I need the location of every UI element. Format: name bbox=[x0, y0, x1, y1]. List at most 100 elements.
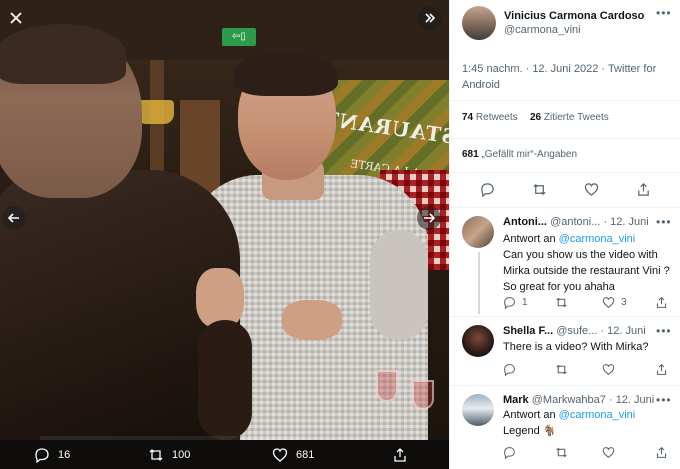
retweets-count: 74 bbox=[462, 112, 474, 123]
reply-reply-button[interactable]: 1 bbox=[503, 296, 528, 309]
retweets-label: Retweets bbox=[475, 112, 518, 123]
chevron-right-icon bbox=[424, 213, 436, 223]
tweet-detail-panel: Vinicius Carmona Cardoso @carmona_vini •… bbox=[449, 0, 680, 469]
right-man-hair bbox=[234, 52, 338, 96]
reply-text: Can you show us the video with Mirka out… bbox=[503, 249, 670, 293]
reply-header: Antoni... @antoni... · 12. Juni bbox=[503, 216, 649, 228]
media-share-button[interactable] bbox=[392, 447, 408, 463]
reply-header: Mark @Markwahba7 · 12. Juni bbox=[503, 394, 654, 406]
more-options-icon[interactable]: ••• bbox=[656, 6, 672, 20]
divider bbox=[450, 172, 680, 173]
exit-sign: ⇦▯ bbox=[222, 28, 256, 46]
reply-text: Legend 🐐 bbox=[503, 425, 557, 437]
likes-stat[interactable]: 681 „Gefällt mir“-Angaben bbox=[462, 149, 577, 160]
reply-author-name[interactable]: Shella F... bbox=[503, 325, 553, 337]
media-retweet-count: 100 bbox=[172, 449, 191, 461]
reply-reply-button[interactable] bbox=[503, 363, 516, 376]
reply-tweet[interactable]: Shella F... @sufe... · 12. Juni ••• Ther… bbox=[450, 317, 680, 387]
reply-share-button[interactable] bbox=[655, 446, 668, 459]
tweet-photo: ⇦▯ RESTAURANT A LA CARTE bbox=[0, 0, 449, 440]
reply-to-line: Antwort an @carmona_vini bbox=[503, 407, 635, 423]
heart-icon bbox=[272, 448, 288, 462]
expand-icon bbox=[425, 13, 436, 23]
media-reply-count: 16 bbox=[58, 449, 71, 461]
reply-to-mention[interactable]: @carmona_vini bbox=[559, 233, 636, 245]
more-options-icon[interactable]: ••• bbox=[656, 215, 672, 229]
thread-line bbox=[478, 252, 480, 314]
reply-avatar[interactable] bbox=[462, 216, 494, 248]
media-retweet-button[interactable]: 100 bbox=[148, 447, 190, 463]
reply-header: Shella F... @sufe... · 12. Juni bbox=[503, 325, 646, 337]
reply-like-button[interactable] bbox=[602, 363, 615, 376]
author-avatar[interactable] bbox=[462, 6, 496, 40]
reply-like-count: 3 bbox=[621, 297, 627, 308]
reply-date[interactable]: · 12. Juni bbox=[600, 325, 645, 337]
likes-count: 681 bbox=[462, 149, 479, 160]
reply-author-handle[interactable]: @sufe... bbox=[556, 325, 597, 337]
reply-icon bbox=[504, 297, 515, 309]
share-button[interactable] bbox=[636, 182, 651, 197]
wine-glass bbox=[376, 370, 398, 402]
tweet-action-row bbox=[450, 180, 680, 200]
wine-glass bbox=[412, 380, 434, 410]
next-image-button[interactable] bbox=[417, 206, 441, 230]
reply-retweet-button[interactable] bbox=[555, 446, 568, 459]
share-icon bbox=[656, 296, 667, 308]
reply-retweet-button[interactable] bbox=[555, 363, 568, 376]
reply-button[interactable] bbox=[480, 182, 495, 197]
reply-author-handle[interactable]: @Markwahba7 bbox=[532, 394, 606, 406]
expand-button[interactable] bbox=[418, 6, 442, 30]
reply-date[interactable]: · 12. Juni bbox=[603, 216, 648, 228]
more-options-icon[interactable]: ••• bbox=[656, 324, 672, 338]
quotes-stat[interactable]: 26 Zitierte Tweets bbox=[530, 112, 609, 123]
like-button[interactable] bbox=[584, 182, 599, 197]
heart-icon bbox=[602, 364, 615, 376]
heart-icon bbox=[602, 297, 615, 309]
reply-to-prefix: Antwort an bbox=[503, 233, 556, 245]
divider bbox=[450, 100, 680, 101]
media-like-button[interactable]: 681 bbox=[272, 447, 314, 463]
share-icon bbox=[656, 446, 667, 458]
reply-to-prefix: Antwort an bbox=[503, 409, 556, 421]
reply-author-name[interactable]: Antoni... bbox=[503, 216, 547, 228]
media-viewer: ⇦▯ RESTAURANT A LA CARTE 16 100 681 bbox=[0, 0, 449, 469]
retweets-stat[interactable]: 74 Retweets bbox=[462, 112, 518, 123]
reply-reply-button[interactable] bbox=[503, 446, 516, 459]
share-icon bbox=[638, 183, 649, 196]
quotes-count: 26 bbox=[530, 112, 542, 123]
author-handle[interactable]: @carmona_vini bbox=[504, 24, 581, 36]
reply-tweet[interactable]: Antoni... @antoni... · 12. Juni ••• Antw… bbox=[450, 208, 680, 318]
reply-icon bbox=[481, 183, 494, 197]
retweet-icon bbox=[556, 447, 567, 458]
reply-author-name[interactable]: Mark bbox=[503, 394, 529, 406]
quotes-label: Zitierte Tweets bbox=[543, 112, 609, 123]
reply-like-button[interactable]: 3 bbox=[602, 296, 627, 309]
media-action-bar: 16 100 681 bbox=[0, 440, 449, 469]
more-options-icon[interactable]: ••• bbox=[656, 393, 672, 407]
reply-avatar[interactable] bbox=[462, 394, 494, 426]
previous-image-button[interactable] bbox=[2, 206, 26, 230]
reply-share-button[interactable] bbox=[655, 296, 668, 309]
heart-icon bbox=[584, 183, 599, 196]
retweet-icon bbox=[556, 364, 567, 375]
reply-to-mention[interactable]: @carmona_vini bbox=[559, 409, 636, 421]
reply-to-line: Antwort an @carmona_vini bbox=[503, 231, 635, 247]
reply-like-button[interactable] bbox=[602, 446, 615, 459]
left-man-hand bbox=[196, 268, 244, 328]
author-name[interactable]: Vinicius Carmona Cardoso bbox=[504, 10, 644, 22]
reply-retweet-button[interactable] bbox=[555, 296, 568, 309]
reply-share-button[interactable] bbox=[655, 363, 668, 376]
retweet-icon bbox=[149, 449, 163, 461]
retweet-button[interactable] bbox=[532, 182, 547, 197]
reply-date[interactable]: · 12. Juni bbox=[609, 394, 654, 406]
retweet-icon bbox=[533, 183, 546, 196]
reply-author-handle[interactable]: @antoni... bbox=[550, 216, 600, 228]
reply-reply-count: 1 bbox=[522, 297, 528, 308]
reply-icon bbox=[35, 448, 49, 463]
media-reply-button[interactable]: 16 bbox=[34, 447, 70, 463]
right-man-hand bbox=[282, 300, 342, 340]
reply-icon bbox=[504, 447, 515, 459]
reply-tweet[interactable]: Mark @Markwahba7 · 12. Juni ••• Antwort … bbox=[450, 386, 680, 469]
reply-avatar[interactable] bbox=[462, 325, 494, 357]
close-button[interactable] bbox=[4, 6, 28, 30]
